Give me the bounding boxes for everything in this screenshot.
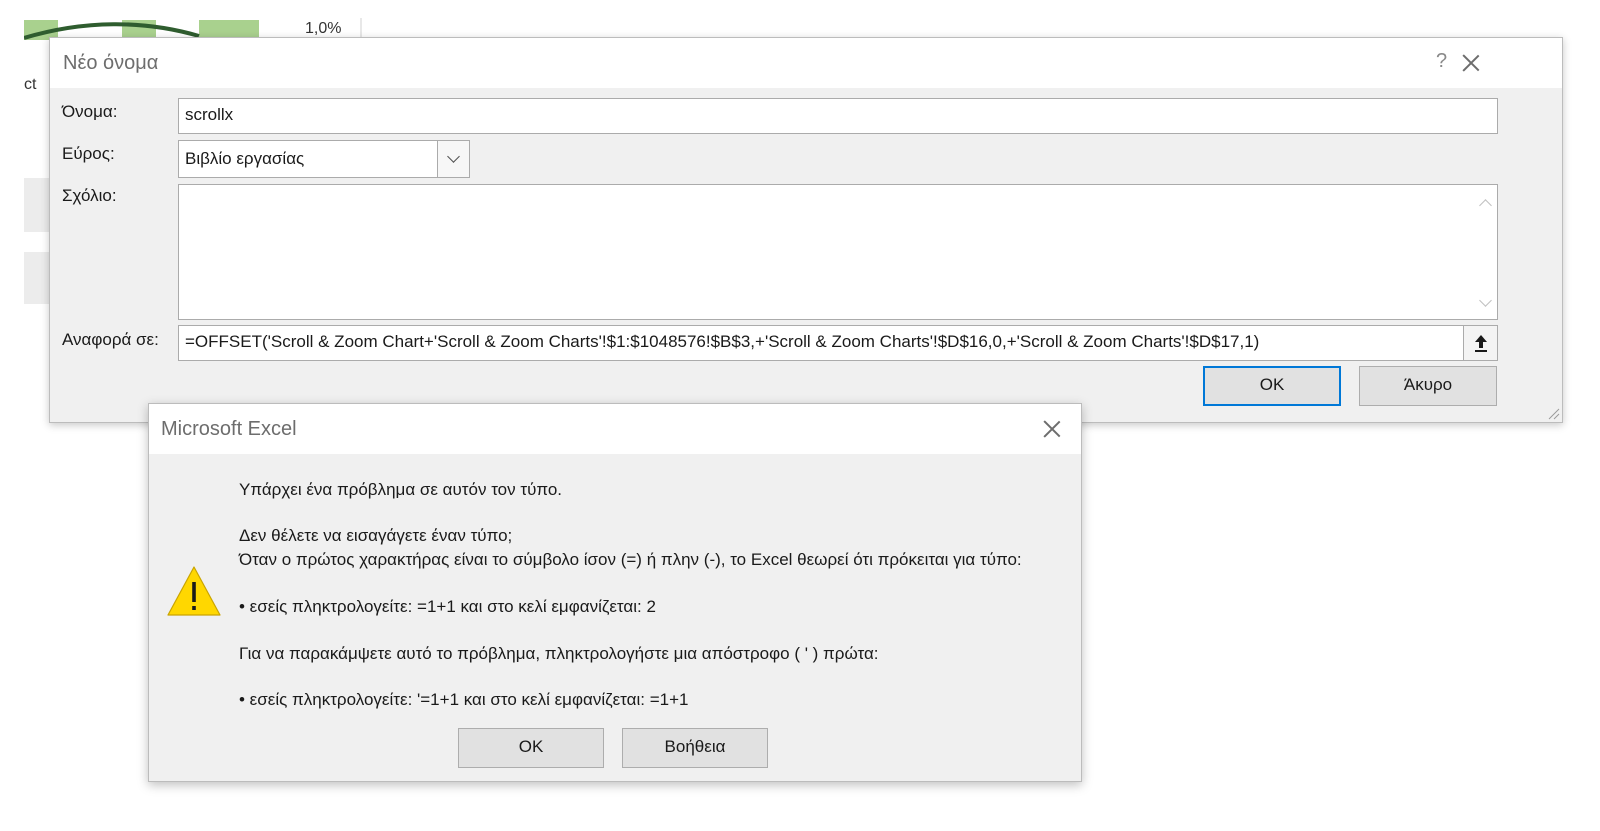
scope-label: Εύρος: [62, 144, 115, 163]
name-label: Όνομα: [62, 102, 118, 121]
new-name-title: Νέο όνομα [63, 52, 159, 74]
comment-textarea[interactable] [178, 184, 1498, 320]
warning-icon [167, 566, 221, 616]
ok-button[interactable]: OK [1203, 366, 1341, 406]
message-line: Δεν θέλετε να εισαγάγετε έναν τύπο; [239, 526, 513, 545]
comment-scrollbar[interactable] [1473, 185, 1497, 319]
background-percent-label: 1,0% [305, 20, 342, 37]
scroll-up-icon[interactable] [1479, 199, 1492, 212]
new-name-dialog: Νέο όνομα ? Όνομα: scrollx Εύρος: Βιβλίο… [49, 37, 1563, 423]
background-cell-block [24, 252, 50, 304]
chevron-down-icon [447, 150, 460, 163]
excel-message-dialog: Microsoft Excel Υπάρχει ένα πρόβλημα σε … [148, 403, 1082, 782]
scope-value: Βιβλίο εργασίας [185, 149, 305, 168]
refers-to-input[interactable]: =OFFSET('Scroll & Zoom Chart+'Scroll & Z… [178, 325, 1498, 361]
background-cell-block [24, 178, 50, 232]
excel-message-titlebar[interactable]: Microsoft Excel [149, 404, 1081, 454]
message-line: • εσείς πληκτρολογείτε: =1+1 και στο κελ… [239, 597, 656, 616]
help-button[interactable]: Βοήθεια [622, 728, 768, 768]
close-icon[interactable] [1462, 54, 1480, 72]
resize-grip-icon[interactable] [1546, 406, 1560, 420]
ok-button[interactable]: OK [458, 728, 604, 768]
message-line: Υπάρχει ένα πρόβλημα σε αυτόν τον τύπο. [239, 480, 563, 499]
scope-dropdown[interactable]: Βιβλίο εργασίας [178, 140, 470, 178]
refers-to-label: Αναφορά σε: [62, 330, 159, 349]
refers-to-value: =OFFSET('Scroll & Zoom Chart+'Scroll & Z… [185, 332, 1260, 351]
help-icon[interactable]: ? [1436, 50, 1447, 73]
excel-message-title: Microsoft Excel [161, 418, 297, 440]
collapse-dialog-button[interactable] [1463, 326, 1497, 360]
background-cut-text: ct [24, 76, 37, 93]
close-icon[interactable] [1043, 420, 1061, 438]
scroll-down-icon[interactable] [1479, 294, 1492, 307]
dropdown-arrow-button[interactable] [437, 141, 469, 177]
message-line: Όταν ο πρώτος χαρακτήρας είναι το σύμβολ… [239, 550, 1022, 569]
name-input[interactable]: scrollx [178, 98, 1498, 134]
cancel-button[interactable]: Άκυρο [1359, 366, 1497, 406]
message-line: • εσείς πληκτρολογείτε: '=1+1 και στο κε… [239, 690, 689, 709]
comment-label: Σχόλιο: [62, 186, 117, 205]
arrow-up-icon [1475, 335, 1487, 352]
new-name-titlebar[interactable]: Νέο όνομα ? [50, 38, 1562, 88]
message-line: Για να παρακάμψετε αυτό το πρόβλημα, πλη… [239, 644, 879, 663]
